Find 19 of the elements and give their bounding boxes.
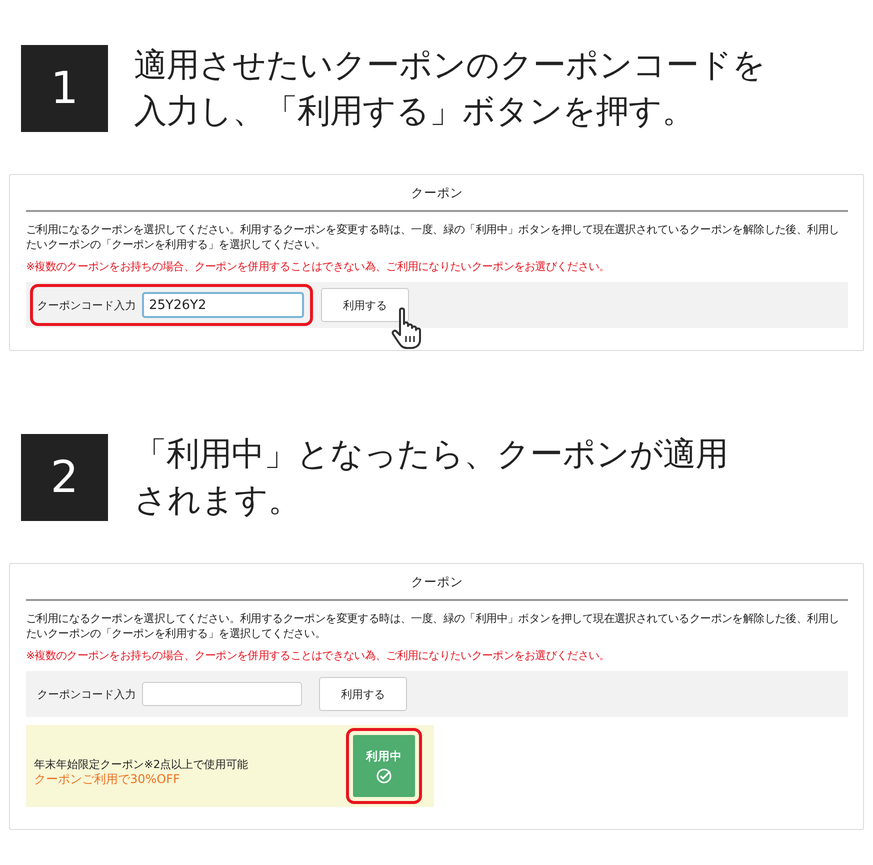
step-number: 2 <box>21 434 108 520</box>
instruction-text: ご利用になるクーポンを選択してください。利用するクーポンを変更する時は、一度、緑の「利用中」ボタンを押して現在選択されているクーポンを解除した後、利用したいクーポンの「クーポンを利用する」を選択してください。 <box>26 222 840 252</box>
coupon-offer: クーポンご利用で30%OFF <box>34 772 181 787</box>
panel-title: クーポン <box>26 574 848 601</box>
apply-button[interactable]: 利用する <box>319 677 407 711</box>
warning-text: ※複数のクーポンをお持ちの場合、クーポンを併用することはできない為、ご利用になりたいクーポンをお選びください。 <box>26 260 611 274</box>
coupon-code-field[interactable]: 25Y26Y2 <box>142 292 304 318</box>
code-label: クーポンコード入力 <box>37 298 136 312</box>
panel-title: クーポン <box>26 185 848 212</box>
step-number: 1 <box>21 44 108 132</box>
apply-button[interactable]: 利用する <box>321 288 409 322</box>
coupon-code-field[interactable] <box>142 682 302 706</box>
step-heading: 「利用中」となったら、クーポンが適用 されます。 <box>134 433 728 521</box>
warning-text: ※複数のクーポンをお持ちの場合、クーポンを併用することはできない為、ご利用になりたいクーポンをお選びください。 <box>26 649 611 663</box>
step-heading: 適用させたいクーポンのクーポンコードを 入力し、「利用する」ボタンを押す。 <box>134 44 766 132</box>
check-circle-icon <box>376 768 392 784</box>
code-label: クーポンコード入力 <box>37 686 136 702</box>
instruction-text: ご利用になるクーポンを選択してください。利用するクーポンを変更する時は、一度、緑の「利用中」ボタンを押して現在選択されているクーポンを解除した後、利用したいクーポンの「クーポンを利用する」を選択してください。 <box>26 611 840 641</box>
coupon-name: 年末年始限定クーポン※2点以上で使用可能 <box>34 757 248 772</box>
